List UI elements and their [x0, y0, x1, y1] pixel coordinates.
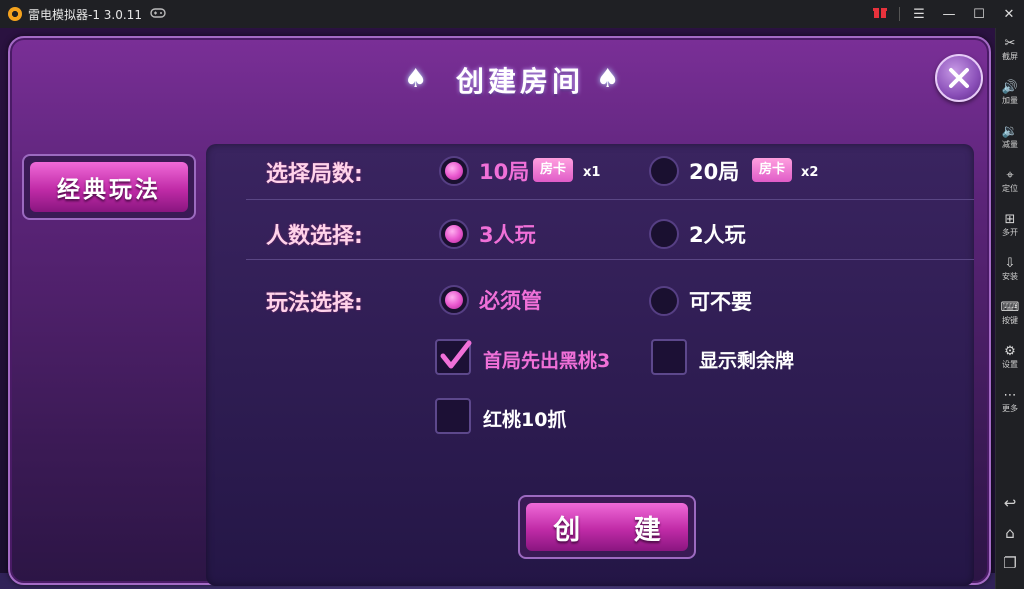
- rounds-10-text: 10局: [479, 160, 530, 184]
- must-play-text: 必须管: [479, 289, 542, 313]
- sidebar-item-label: 安装: [1002, 272, 1018, 281]
- rules-label: 玩法选择:: [266, 291, 363, 316]
- location-tool[interactable]: ⌖ 定位: [996, 168, 1024, 194]
- room-card-badge: 房卡: [533, 158, 574, 182]
- heart10-text: 红桃10抓: [483, 409, 567, 431]
- row-divider: [246, 259, 974, 260]
- emulator-title-bar: 雷电模拟器-1 3.0.11 ☰ — ☐ ✕: [0, 0, 1024, 28]
- volume-down-tool[interactable]: 🔉 减量: [996, 124, 1024, 150]
- gamepad-icon[interactable]: [150, 7, 166, 22]
- radio-players-2[interactable]: [649, 219, 679, 249]
- sidebar-item-label: 定位: [1002, 184, 1018, 193]
- players-label: 人数选择:: [266, 224, 363, 249]
- back-icon[interactable]: ↩: [996, 494, 1024, 512]
- titlebar-divider: [899, 7, 900, 21]
- radio-rounds-10[interactable]: [439, 156, 469, 186]
- checkmark-icon: [440, 340, 472, 369]
- sidebar-item-label: 更多: [1002, 404, 1018, 413]
- ldplayer-logo-icon: [8, 7, 22, 21]
- spade-icon: ♠: [596, 64, 620, 94]
- sidebar-item-label: 设置: [1002, 360, 1018, 369]
- radio-may-pass[interactable]: [649, 286, 679, 316]
- close-icon[interactable]: ✕: [994, 7, 1024, 22]
- checkbox-show-remaining[interactable]: [651, 339, 687, 375]
- radio-must-play[interactable]: [439, 285, 469, 315]
- window-title: 雷电模拟器-1 3.0.11: [28, 7, 142, 22]
- checkbox-first-spade3[interactable]: [435, 339, 472, 375]
- may-pass-text: 可不要: [689, 290, 752, 314]
- keyboard-icon: ⌨: [1000, 300, 1020, 315]
- close-icon: [949, 68, 969, 88]
- apk-install-icon: ⇩: [1004, 256, 1016, 271]
- room-card-badge: 房卡: [752, 158, 793, 182]
- minimize-icon[interactable]: —: [934, 7, 964, 22]
- maximize-icon[interactable]: ☐: [964, 7, 994, 22]
- game-viewport: ♠ 创建房间 ♠ 经典玩法 选择局数: 10局 房卡 x1 20局 房卡 x2 …: [0, 28, 995, 589]
- create-button-label: 创 建: [526, 503, 688, 551]
- settings-tool[interactable]: ⚙ 设置: [996, 344, 1024, 370]
- mode-tab-label: 经典玩法: [30, 162, 188, 212]
- first-spade3-text: 首局先出黑桃3: [483, 350, 611, 372]
- sidebar-item-label: 加量: [1002, 96, 1018, 105]
- volume-down-icon: 🔉: [1001, 124, 1019, 139]
- sidebar-item-label: 截屏: [1002, 52, 1018, 61]
- gift-icon[interactable]: [865, 5, 895, 23]
- rounds-label: 选择局数:: [266, 162, 363, 187]
- sidebar-item-label: 多开: [1002, 228, 1018, 237]
- dialog-close-button[interactable]: [935, 54, 983, 102]
- screenshot-tool[interactable]: ✂ 截屏: [996, 36, 1024, 62]
- sidebar-item-label: 减量: [1002, 140, 1018, 149]
- sidebar-item-label: 按键: [1002, 316, 1018, 325]
- settings-icon: ⚙: [1004, 344, 1016, 359]
- show-remaining-text: 显示剩余牌: [699, 350, 795, 372]
- apk-install-tool[interactable]: ⇩ 安装: [996, 256, 1024, 282]
- scissors-icon: ✂: [1004, 36, 1016, 51]
- rounds-20-text: 20局: [689, 160, 740, 184]
- checkbox-heart10[interactable]: [435, 398, 471, 434]
- more-icon: ⋯: [1003, 388, 1017, 403]
- emulator-side-toolbar: ✂ 截屏 🔊 加量 🔉 减量 ⌖ 定位 ⊞ 多开 ⇩ 安装 ⌨ 按键 ⚙ 设置 …: [995, 28, 1024, 589]
- menu-icon[interactable]: ☰: [904, 7, 934, 22]
- multi-instance-icon: ⊞: [1004, 212, 1016, 227]
- home-icon[interactable]: ⌂: [996, 524, 1024, 542]
- rounds-20-multiplier: x2: [801, 165, 819, 180]
- location-icon: ⌖: [1006, 168, 1014, 183]
- multi-instance-tool[interactable]: ⊞ 多开: [996, 212, 1024, 238]
- players-2-text: 2人玩: [689, 223, 746, 247]
- volume-up-tool[interactable]: 🔊 加量: [996, 80, 1024, 106]
- recent-apps-icon[interactable]: ❐: [996, 554, 1024, 572]
- volume-up-icon: 🔊: [1001, 80, 1019, 95]
- radio-players-3[interactable]: [439, 219, 469, 249]
- mode-tab-classic[interactable]: 经典玩法: [22, 154, 196, 220]
- create-room-button[interactable]: 创 建: [518, 495, 696, 559]
- row-divider: [246, 199, 974, 200]
- keymap-tool[interactable]: ⌨ 按键: [996, 300, 1024, 326]
- rounds-10-multiplier: x1: [583, 165, 601, 180]
- more-tool[interactable]: ⋯ 更多: [996, 388, 1024, 414]
- radio-rounds-20[interactable]: [649, 156, 679, 186]
- players-3-text: 3人玩: [479, 223, 536, 247]
